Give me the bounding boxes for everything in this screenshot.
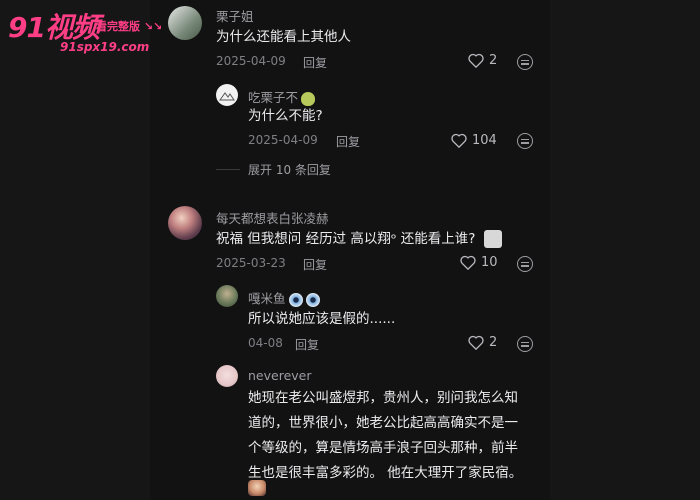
avatar[interactable] (216, 285, 238, 307)
right-background (550, 0, 700, 500)
like-button[interactable]: 10 (460, 255, 498, 270)
site-watermark: 91视频 看完整版 ↘↘ 91spx19.com (8, 6, 188, 58)
avatar[interactable] (216, 365, 238, 387)
comment-text: 所以说她应该是假的...... (248, 311, 396, 327)
comment-date: 04-08 (248, 336, 283, 350)
like-button[interactable]: 104 (451, 133, 497, 148)
heart-icon (468, 335, 484, 350)
reply-button[interactable]: 回复 (303, 54, 327, 71)
comment-username[interactable]: neverever (248, 368, 311, 383)
expand-replies-button[interactable]: 展开 10 条回复 (216, 161, 331, 178)
more-icon[interactable] (517, 256, 533, 272)
heart-icon (460, 255, 476, 270)
more-icon[interactable] (517, 54, 533, 70)
comment-username[interactable]: 每天都想表白张凌赫 (216, 208, 329, 227)
username-text: 嘎米鱼 (248, 291, 286, 306)
like-count: 2 (489, 335, 498, 350)
comment-text-line: 生也是很丰富多彩的。 他在大理开了家民宿。 (248, 465, 523, 481)
sticker-image (483, 230, 502, 248)
reply-button[interactable]: 回复 (336, 133, 360, 150)
heart-icon (451, 133, 467, 148)
comment-text: 祝福 但我想问 经历过 高以翔ᵒ 还能看上谁? (216, 227, 502, 252)
heart-icon (468, 53, 484, 68)
comment-username[interactable]: 栗子姐 (216, 6, 254, 25)
avatar[interactable] (168, 206, 202, 240)
comment-text-line: 个等级的，算是情场高手浪子回头那种，前半 (248, 440, 518, 456)
comment-username[interactable]: 嘎米鱼 (248, 288, 320, 307)
avatar-mountain-icon (219, 92, 235, 101)
reply-button[interactable]: 回复 (295, 336, 319, 353)
left-background (0, 0, 150, 500)
avatar[interactable] (216, 84, 238, 106)
fish-eye-emoji-icon (305, 292, 320, 307)
sticker-image (248, 480, 266, 496)
expand-replies-label: 展开 10 条回复 (248, 163, 331, 177)
username-text: 吃栗子不 (248, 90, 299, 105)
reply-button[interactable]: 回复 (303, 256, 327, 273)
comment-date: 2025-03-23 (216, 256, 286, 270)
comment-date: 2025-04-09 (248, 133, 318, 147)
like-count: 104 (472, 133, 497, 148)
divider (216, 169, 240, 170)
watermark-tag: 看完整版 ↘↘ (96, 20, 163, 33)
watermark-url: 91spx19.com (60, 40, 150, 54)
comment-text: 为什么还能看上其他人 (216, 29, 351, 45)
comment-text-line: 道的，世界很小，她老公比起高高确实不是一 (248, 415, 518, 431)
comment-text-content: 祝福 但我想问 经历过 高以翔ᵒ 还能看上谁? (216, 231, 476, 247)
comment-date: 2025-04-09 (216, 54, 286, 68)
fish-eye-emoji-icon (288, 292, 303, 307)
more-icon[interactable] (517, 336, 533, 352)
like-button[interactable]: 2 (468, 53, 497, 68)
comments-panel[interactable]: 栗子姐 为什么还能看上其他人 2025-04-09 回复 2 吃栗子不 为什么不… (150, 0, 550, 500)
more-icon[interactable] (517, 133, 533, 149)
like-count: 2 (489, 53, 498, 68)
like-count: 10 (481, 255, 498, 270)
like-button[interactable]: 2 (468, 335, 497, 350)
comment-text-line: 她现在老公叫盛煜邦，贵州人，别问我怎么知 (248, 390, 518, 406)
comment-text: 为什么不能? (248, 108, 323, 124)
